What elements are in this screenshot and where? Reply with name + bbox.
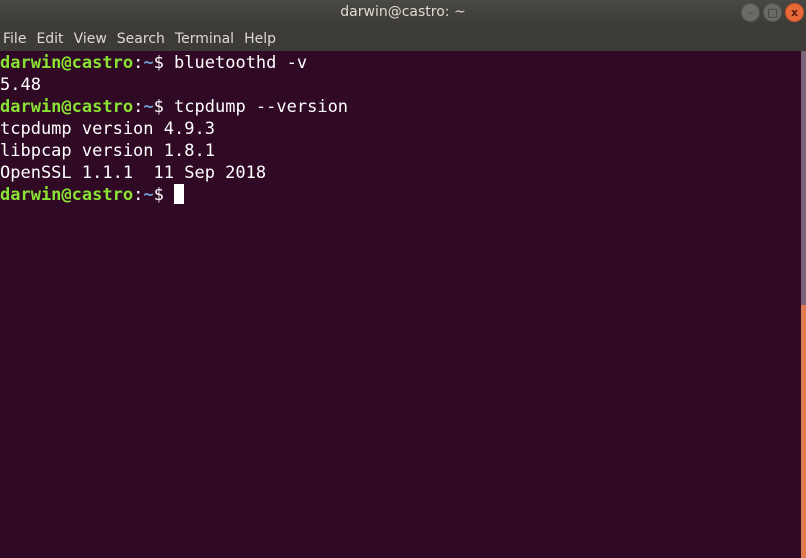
prompt-separator: : [133, 185, 144, 205]
prompt-line: darwin@castro:~$ [0, 184, 800, 206]
prompt-separator: : [133, 53, 144, 73]
prompt-symbol: $ [153, 185, 175, 205]
prompt-user: darwin@castro [0, 185, 134, 205]
prompt-path: ~ [143, 53, 154, 73]
scrollbar[interactable] [801, 51, 806, 558]
menu-edit[interactable]: Edit [33, 26, 67, 51]
menu-help[interactable]: Help [241, 26, 280, 51]
menu-bar: File Edit View Search Terminal Help [0, 26, 806, 51]
window-controls: – □ x [741, 3, 804, 22]
minimize-button[interactable]: – [741, 3, 760, 22]
maximize-button[interactable]: □ [763, 3, 782, 22]
prompt-symbol: $ [153, 97, 175, 117]
menu-search[interactable]: Search [114, 26, 169, 51]
window-titlebar[interactable]: darwin@castro: ~ – □ x [0, 0, 806, 26]
prompt-path: ~ [143, 185, 154, 205]
prompt-separator: : [133, 97, 144, 117]
prompt-user: darwin@castro [0, 97, 134, 117]
menu-terminal[interactable]: Terminal [172, 26, 238, 51]
text-cursor [174, 184, 185, 204]
close-icon: x [790, 6, 799, 19]
prompt-line: darwin@castro:~$ bluetoothd -v [0, 52, 800, 74]
menu-view[interactable]: View [71, 26, 111, 51]
command-text: tcpdump --version [174, 97, 349, 117]
command-text: bluetoothd -v [174, 53, 308, 73]
terminal-output[interactable]: darwin@castro:~$ bluetoothd -v 5.48 darwin… [0, 51, 800, 558]
scrollbar-thumb[interactable] [801, 304, 806, 558]
output-line: tcpdump version 4.9.3 [0, 119, 215, 139]
prompt-symbol: $ [153, 53, 175, 73]
prompt-line: darwin@castro:~$ tcpdump --version [0, 96, 800, 118]
window-title: darwin@castro: ~ [340, 4, 466, 20]
menu-file[interactable]: File [0, 26, 30, 51]
minimize-icon: – [747, 6, 754, 19]
output-line: OpenSSL 1.1.1 11 Sep 2018 [0, 163, 267, 183]
output-line: libpcap version 1.8.1 [0, 141, 215, 161]
prompt-path: ~ [143, 97, 154, 117]
maximize-icon: □ [767, 6, 778, 19]
output-line: 5.48 [0, 75, 41, 95]
close-button[interactable]: x [785, 3, 804, 22]
prompt-user: darwin@castro [0, 53, 134, 73]
